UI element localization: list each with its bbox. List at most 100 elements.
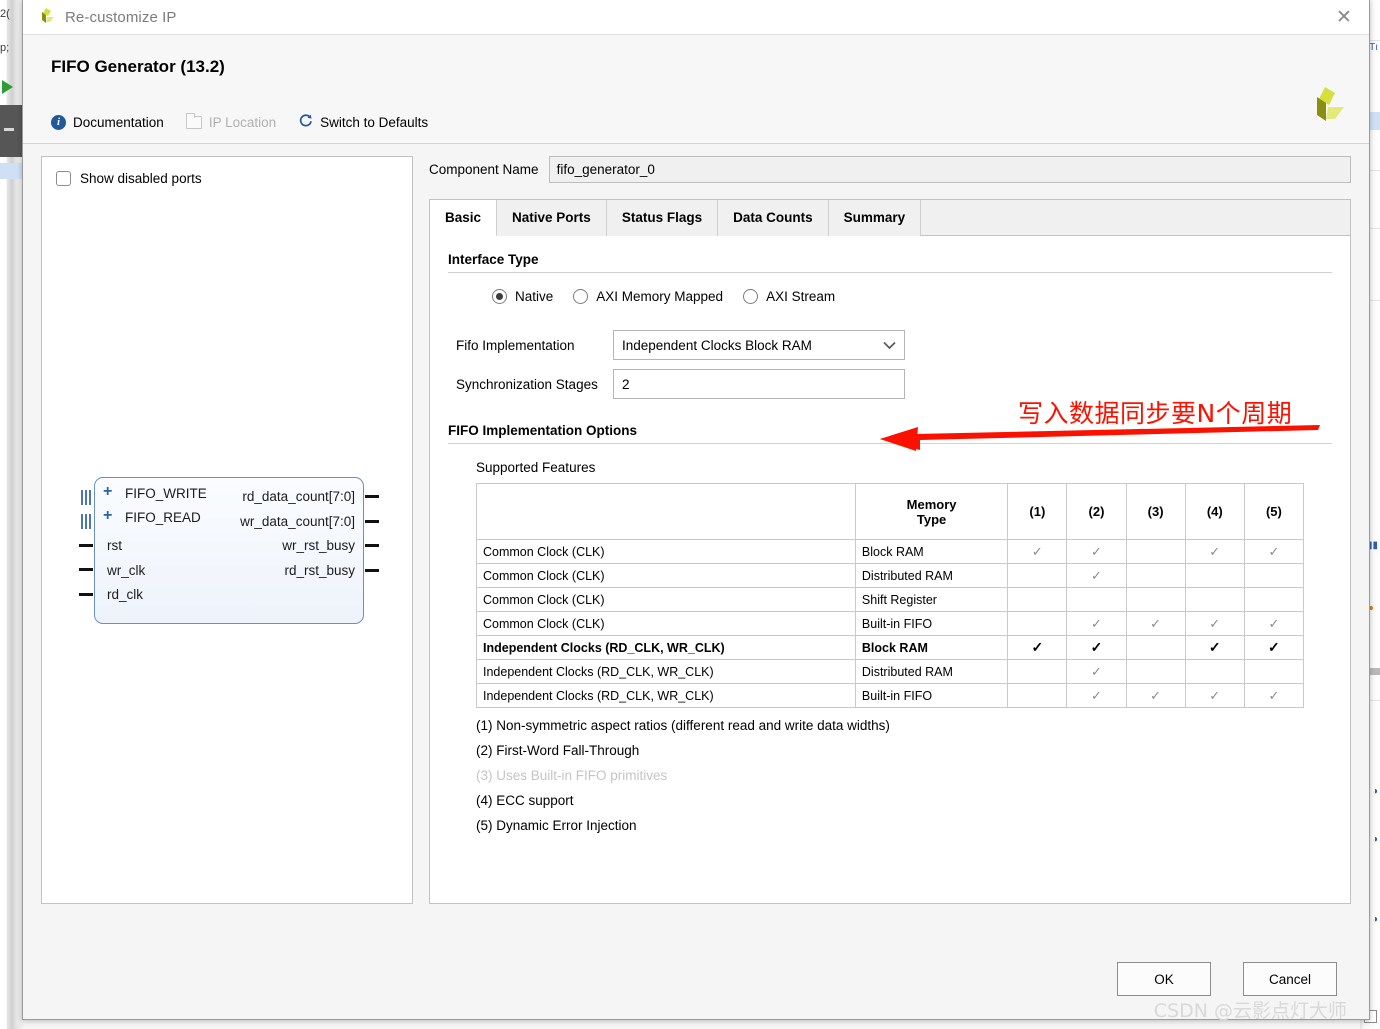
footnote-item: (2) First-Word Fall-Through (476, 743, 640, 758)
cell-empty (1125, 659, 1186, 684)
radio-native-label: Native (515, 289, 554, 304)
documentation-button[interactable]: i Documentation (51, 114, 164, 130)
show-disabled-ports-checkbox[interactable] (56, 171, 71, 186)
footnote-item: (5) Dynamic Error Injection (476, 818, 637, 833)
tab-data-counts[interactable]: Data Counts (718, 200, 829, 236)
cell-check-mark: ✓ (1125, 683, 1186, 708)
pin-stub-rd-data-count (365, 495, 379, 498)
close-icon[interactable]: ✕ (1327, 4, 1361, 30)
table-row: Common Clock (CLK) Distributed RAM ✓ (476, 563, 1305, 588)
cell-memory-type: Built-in FIFO (854, 611, 1009, 636)
port-label-fifo-read: FIFO_READ (125, 510, 201, 525)
synchronization-stages-input[interactable]: 2 (613, 369, 905, 399)
cell-check-mark: ✓ (1243, 539, 1305, 564)
bus-stub-fifo-write (81, 490, 91, 505)
cell-empty (1125, 539, 1186, 564)
tab-summary[interactable]: Summary (828, 200, 922, 236)
refresh-icon (298, 113, 313, 131)
switch-to-defaults-button[interactable]: Switch to Defaults (298, 113, 428, 131)
pin-stub-rd-clk (79, 593, 93, 596)
background-left-strip: 2( p; (0, 0, 24, 1029)
page-title: FIFO Generator (13.2) (51, 57, 225, 76)
cell-empty (1007, 563, 1068, 588)
tab-status-flags[interactable]: Status Flags (606, 200, 719, 236)
background-right-glyph-0: Tı (1369, 42, 1378, 53)
radio-native-indicator[interactable] (492, 289, 507, 304)
cell-feature: Common Clock (CLK) (476, 563, 856, 588)
xilinx-logo-icon (35, 7, 55, 28)
port-label-rd-rst-busy: rd_rst_busy (284, 563, 355, 578)
supported-features-table: Memory Type (1) (2) (3) (4) (5) Common C… (476, 483, 1305, 708)
radio-native[interactable]: Native (492, 289, 553, 304)
switch-to-defaults-label: Switch to Defaults (320, 114, 429, 130)
footnote-item: (4) ECC support (476, 793, 574, 808)
ip-symbol-diagram: + FIFO_WRITE + FIFO_READ rst wr_clk rd_c… (79, 477, 379, 624)
cell-check-mark: ✓ (1243, 611, 1305, 636)
background-right-glyph-3: ◑ (1371, 834, 1378, 845)
col-header-4: (4) (1184, 483, 1245, 540)
show-disabled-ports-label: Show disabled ports (80, 171, 202, 186)
ip-symbol-panel: Show disabled ports + FIFO_WRITE + FIFO_… (41, 156, 413, 904)
cell-memory-type: Shift Register (854, 587, 1009, 612)
run-triangle-icon (2, 80, 13, 94)
tab-content-basic: Interface Type Native AXI Memory Mapped (430, 236, 1350, 903)
cell-empty (1243, 563, 1305, 588)
cell-memory-type: Distributed RAM (854, 659, 1009, 684)
cell-check-mark: ✓ (1184, 635, 1245, 660)
table-row: Independent Clocks (RD_CLK, WR_CLK) Block… (476, 635, 1305, 660)
cell-memory-type: Block RAM (854, 635, 1009, 660)
cell-empty (1007, 659, 1068, 684)
radio-axi-stream[interactable]: AXI Stream (743, 289, 835, 304)
memory-type-line2: Type (916, 511, 947, 527)
fifo-implementation-select[interactable]: Independent Clocks Block RAM (613, 330, 905, 360)
annotation-arrow-icon (880, 425, 1320, 468)
pin-stub-wr-data-count (365, 520, 379, 523)
radio-axi-memory-mapped-indicator[interactable] (573, 289, 589, 304)
interface-type-heading: Interface Type (448, 252, 539, 267)
table-body: Common Clock (CLK) Block RAM ✓ ✓ ✓ ✓ Common Cl… (476, 539, 1305, 708)
tab-basic[interactable]: Basic (430, 200, 498, 236)
ip-location-label: IP Location (208, 114, 277, 130)
expand-fifo-write-icon[interactable]: + (103, 483, 112, 501)
cell-check-mark: ✓ (1007, 539, 1068, 564)
radio-axi-memory-mapped[interactable]: AXI Memory Mapped (573, 289, 723, 304)
cell-feature: Common Clock (CLK) (476, 587, 856, 612)
xilinx-logo-large-icon (1301, 85, 1345, 130)
memory-type-line1: Memory (906, 496, 957, 512)
port-label-wr-clk: wr_clk (107, 563, 146, 578)
section-divider (448, 272, 1332, 273)
cell-empty (1125, 563, 1186, 588)
cell-feature: Common Clock (CLK) (476, 611, 856, 636)
background-left-text-0: 2( (0, 8, 10, 20)
table-row: Independent Clocks (RD_CLK, WR_CLK) Built… (476, 683, 1305, 708)
header-toolbar: i Documentation IP Location Switch to De… (51, 112, 1341, 143)
interface-type-radio-group: Native AXI Memory Mapped AXI Stream (492, 289, 1332, 304)
cell-check-mark: ✓ (1007, 635, 1068, 660)
radio-axi-memory-mapped-label: AXI Memory Mapped (596, 289, 724, 304)
table-row: Independent Clocks (RD_CLK, WR_CLK) Distr… (476, 659, 1305, 684)
radio-axi-stream-label: AXI Stream (766, 289, 836, 304)
tab-card: Basic Native Ports Status Flags Data Cou… (429, 199, 1351, 904)
cell-check-mark: ✓ (1066, 539, 1127, 564)
dialog-title: Re-customize IP (65, 8, 177, 26)
cell-check-mark: ✓ (1243, 635, 1305, 660)
cell-check-mark: ✓ (1066, 635, 1127, 660)
cancel-button[interactable]: Cancel (1243, 962, 1337, 996)
cell-empty (1007, 587, 1068, 612)
cell-feature: Common Clock (CLK) (476, 539, 856, 564)
component-name-input[interactable]: fifo_generator_0 (548, 156, 1351, 183)
radio-axi-stream-indicator[interactable] (743, 289, 759, 304)
ip-location-button[interactable]: IP Location (185, 112, 277, 130)
show-disabled-ports-row[interactable]: Show disabled ports (42, 157, 412, 186)
fifo-symbol-box: + FIFO_WRITE + FIFO_READ rst wr_clk rd_c… (79, 477, 379, 624)
fifo-implementation-row: Fifo Implementation Independent Clocks B… (448, 330, 1332, 360)
tab-native-ports[interactable]: Native Ports (497, 200, 607, 236)
dialog-header: FIFO Generator (13.2) i Documentation IP… (23, 35, 1369, 144)
background-dark-bar (0, 105, 22, 157)
ok-button[interactable]: OK (1117, 962, 1211, 996)
documentation-label: Documentation (73, 114, 164, 130)
port-label-wr-data-count: wr_data_count[7:0] (240, 514, 355, 529)
tab-bar: Basic Native Ports Status Flags Data Cou… (430, 200, 1350, 236)
expand-fifo-read-icon[interactable]: + (103, 507, 112, 525)
recustomize-ip-dialog: Re-customize IP ✕ FIFO Generator (13.2) … (22, 0, 1370, 1022)
